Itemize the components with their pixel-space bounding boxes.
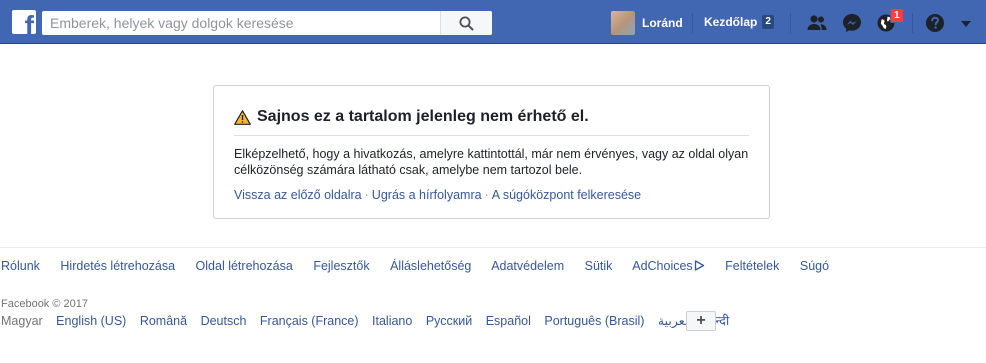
add-language-button[interactable]: + bbox=[686, 311, 716, 331]
language-selector: Magyar English (US) Română Deutsch Franç… bbox=[1, 312, 739, 329]
home-link[interactable]: Kezdőlap 2 bbox=[704, 15, 774, 29]
footer-link-privacy[interactable]: Adatvédelem bbox=[491, 259, 564, 273]
messenger-icon[interactable] bbox=[841, 12, 863, 34]
card-title: Sajnos ez a tartalom jelenleg nem érhető… bbox=[234, 108, 589, 126]
adchoices-label: AdChoices bbox=[632, 259, 693, 273]
footer-link-create-page[interactable]: Oldal létrehozása bbox=[196, 259, 293, 273]
footer-link-adchoices[interactable]: AdChoices bbox=[632, 259, 704, 273]
help-center-link[interactable]: A súgóközpont felkeresése bbox=[492, 188, 641, 202]
copyright-text: Facebook © 2017 bbox=[1, 298, 88, 310]
footer-link-about[interactable]: Rólunk bbox=[1, 259, 40, 273]
current-language: Magyar bbox=[1, 314, 43, 328]
search-button[interactable] bbox=[440, 11, 492, 35]
language-option[interactable]: Português (Brasil) bbox=[544, 314, 644, 328]
facebook-logo-icon[interactable]: f bbox=[12, 10, 36, 34]
profile-link[interactable]: Loránd bbox=[611, 11, 683, 35]
adchoices-icon bbox=[694, 260, 704, 271]
search-icon bbox=[459, 16, 474, 31]
footer-link-create-ad[interactable]: Hirdetés létrehozása bbox=[60, 259, 175, 273]
content-unavailable-card: Sajnos ez a tartalom jelenleg nem érhető… bbox=[213, 85, 770, 219]
card-links: Vissza az előző oldalra · Ugrás a hírfolya… bbox=[234, 188, 641, 202]
language-option[interactable]: Русский bbox=[426, 314, 472, 328]
logo-letter: f bbox=[24, 10, 34, 35]
footer-link-terms[interactable]: Feltételek bbox=[725, 259, 779, 273]
account-menu-chevron-down-icon[interactable] bbox=[955, 13, 977, 35]
profile-name: Loránd bbox=[642, 16, 683, 30]
footer-link-developers[interactable]: Fejlesztők bbox=[313, 259, 369, 273]
warning-icon bbox=[234, 109, 251, 125]
home-count-badge: 2 bbox=[762, 15, 774, 29]
footer-divider bbox=[0, 247, 986, 248]
nav-divider bbox=[692, 13, 693, 33]
language-option[interactable]: English (US) bbox=[56, 314, 126, 328]
nav-divider bbox=[912, 13, 913, 33]
go-back-link[interactable]: Vissza az előző oldalra bbox=[234, 188, 362, 202]
card-body-text: Elképzelhető, hogy a hivatkozás, amelyre… bbox=[234, 147, 749, 177]
language-option[interactable]: Español bbox=[486, 314, 531, 328]
home-label: Kezdőlap bbox=[704, 15, 758, 29]
avatar bbox=[611, 11, 635, 35]
footer-links: Rólunk Hirdetés létrehozása Oldal létreh… bbox=[1, 259, 846, 273]
language-option[interactable]: Français (France) bbox=[260, 314, 359, 328]
card-title-text: Sajnos ez a tartalom jelenleg nem érhető… bbox=[257, 108, 589, 125]
language-option[interactable]: Deutsch bbox=[201, 314, 247, 328]
language-option[interactable]: Română bbox=[140, 314, 187, 328]
footer-link-help[interactable]: Súgó bbox=[800, 259, 829, 273]
nav-divider bbox=[790, 13, 791, 33]
footer-link-careers[interactable]: Álláslehetőség bbox=[390, 259, 471, 273]
search-input[interactable] bbox=[42, 11, 442, 35]
link-separator: · bbox=[364, 188, 369, 202]
top-navigation-bar: f Loránd Kezdőlap 2 1 bbox=[0, 0, 986, 44]
go-to-news-feed-link[interactable]: Ugrás a hírfolyamra bbox=[372, 188, 482, 202]
help-icon[interactable] bbox=[924, 12, 946, 34]
footer-link-cookies[interactable]: Sütik bbox=[585, 259, 613, 273]
notification-count-badge: 1 bbox=[890, 8, 904, 23]
friend-requests-icon[interactable] bbox=[806, 12, 828, 34]
card-divider bbox=[234, 135, 749, 136]
link-separator: · bbox=[484, 188, 489, 202]
search-box bbox=[42, 11, 492, 35]
language-option[interactable]: Italiano bbox=[372, 314, 412, 328]
